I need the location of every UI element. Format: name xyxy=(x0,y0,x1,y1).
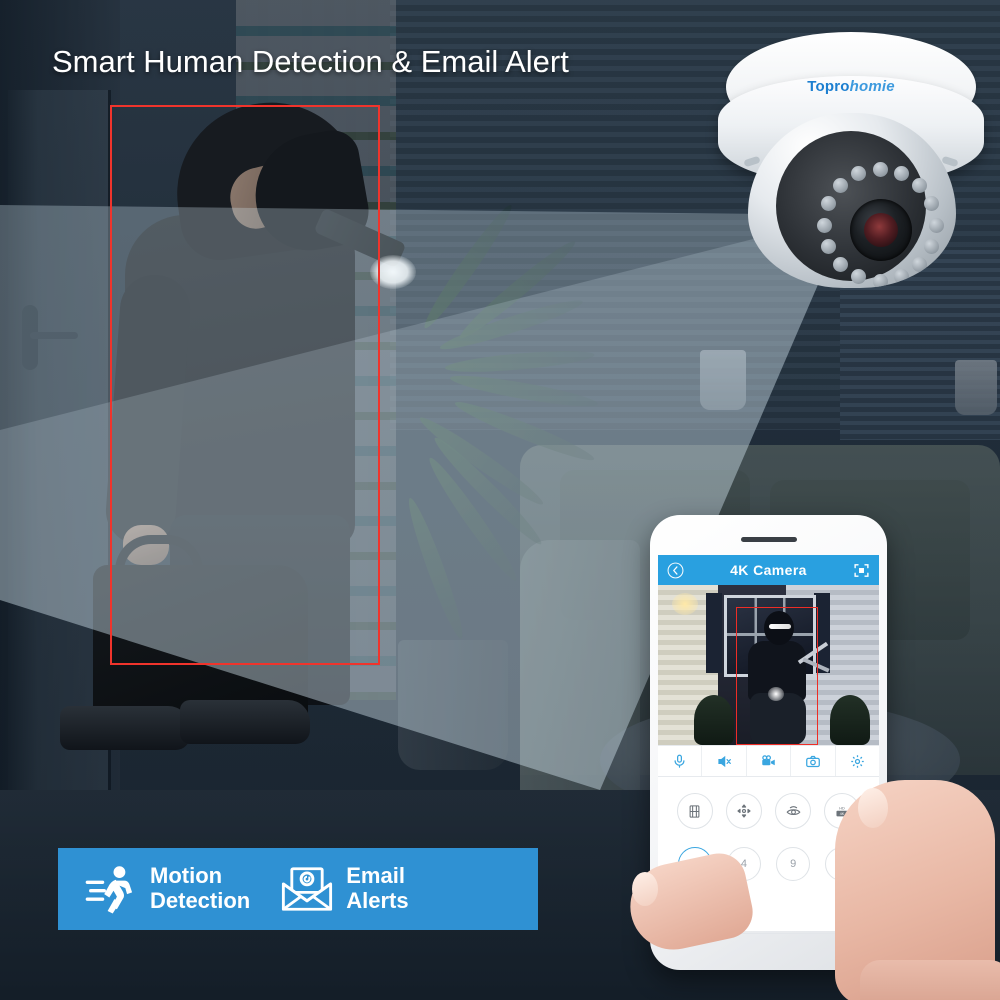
lens-glass xyxy=(864,213,898,247)
feature-line-2: Detection xyxy=(150,888,251,913)
bush xyxy=(694,695,734,745)
feed-detection-box xyxy=(736,607,818,745)
ir-led xyxy=(893,165,909,181)
live-video-feed[interactable] xyxy=(658,585,879,745)
running-person-icon xyxy=(84,862,138,916)
phone-earpiece xyxy=(740,537,797,542)
human-detection-box xyxy=(110,105,380,665)
feature-label: Email Alerts xyxy=(346,864,408,913)
shoe-left xyxy=(60,706,190,750)
back-chevron-icon[interactable] xyxy=(667,562,684,579)
ir-led xyxy=(820,238,836,254)
ir-led xyxy=(928,217,944,233)
ir-led xyxy=(816,217,832,233)
camera-lens xyxy=(850,199,912,261)
thumbnail xyxy=(632,872,658,906)
ir-led xyxy=(832,177,848,193)
email-envelope-icon xyxy=(280,862,334,916)
ir-led xyxy=(924,238,940,254)
ir-led xyxy=(924,196,940,212)
wrist xyxy=(860,960,1000,1000)
feature-label: Motion Detection xyxy=(150,864,250,913)
ir-led xyxy=(872,273,888,288)
camera-brand-logo: Toprohomie xyxy=(706,78,996,95)
ir-led xyxy=(851,165,867,181)
porch-light xyxy=(672,593,698,615)
ir-led xyxy=(912,177,928,193)
dome-camera: Toprohomie xyxy=(706,18,996,288)
feature-banner: Motion Detection Email Alerts xyxy=(58,848,538,930)
fullscreen-icon[interactable] xyxy=(853,562,870,579)
bush xyxy=(830,695,870,745)
ir-led xyxy=(820,196,836,212)
marketing-image: Smart Human Detection & Email Alert Topr… xyxy=(0,0,1000,1000)
app-title: 4K Camera xyxy=(730,562,807,578)
ir-led xyxy=(872,161,888,177)
feature-email-alerts: Email Alerts xyxy=(254,862,412,916)
hand-holding-phone xyxy=(610,760,1000,1000)
feature-line-1: Motion xyxy=(150,863,223,889)
app-header: 4K Camera xyxy=(658,555,879,585)
ir-led xyxy=(832,257,848,273)
feature-line-1: Email xyxy=(346,863,405,889)
ir-led xyxy=(912,257,928,273)
ir-led xyxy=(851,269,867,285)
feature-line-2: Alerts xyxy=(346,888,409,913)
page-title: Smart Human Detection & Email Alert xyxy=(52,44,569,79)
brand-bold-text: Topro xyxy=(807,78,850,95)
shoe-right xyxy=(180,700,310,744)
feature-motion-detection: Motion Detection xyxy=(58,862,254,916)
fingernail xyxy=(858,788,888,828)
ir-led xyxy=(893,269,909,285)
intruder-shoes xyxy=(60,700,310,760)
window-shutter xyxy=(706,593,722,673)
brand-light-text: homie xyxy=(849,78,895,95)
camera-inner-bezel xyxy=(776,131,944,288)
